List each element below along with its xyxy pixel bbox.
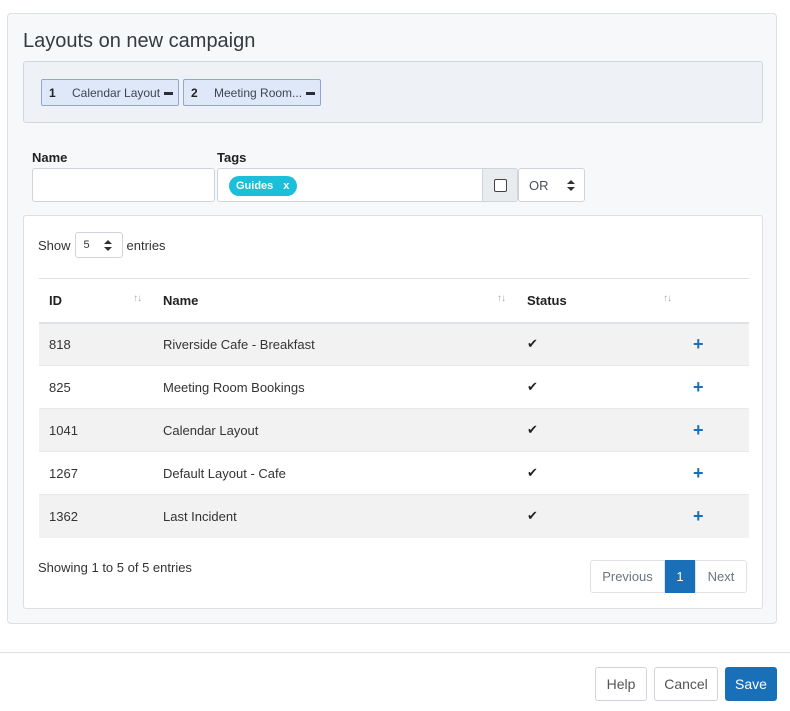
previous-page-button[interactable]: Previous [590, 560, 665, 593]
plus-icon[interactable]: + [693, 463, 704, 483]
check-icon: ✔ [527, 379, 538, 394]
next-page-button[interactable]: Next [695, 560, 747, 593]
layouts-panel: Layouts on new campaign 1 Calendar Layou… [7, 13, 777, 624]
cell-status: ✔ [517, 322, 683, 366]
page-title: Layouts on new campaign [23, 30, 256, 52]
cancel-button[interactable]: Cancel [654, 667, 718, 701]
sort-icon: ↑↓ [663, 293, 672, 304]
check-icon: ✔ [527, 508, 538, 524]
cell-name: Riverside Cafe - Breakfast [153, 322, 517, 366]
footer-divider [0, 652, 790, 653]
show-label: Show [38, 237, 71, 253]
selected-layout-chip-2[interactable]: 2 Meeting Room... [183, 79, 321, 106]
name-filter-label: Name [32, 150, 68, 165]
check-icon: ✔ [527, 422, 538, 437]
tags-filter-input[interactable]: Guides x [217, 168, 483, 202]
cell-status: ✔ [517, 494, 683, 538]
table-info: Showing 1 to 5 of 5 entries [38, 560, 192, 575]
plus-icon[interactable]: + [693, 334, 704, 354]
cell-name: Last Incident [153, 494, 517, 538]
cell-action: + [683, 322, 749, 366]
selected-layout-chip-1[interactable]: 1 Calendar Layout [41, 79, 179, 106]
chip-label: Calendar Layout [72, 85, 161, 100]
save-button[interactable]: Save [725, 667, 777, 701]
cell-status: ✔ [517, 365, 683, 409]
page-length-value: 5 [83, 239, 90, 251]
plus-icon[interactable]: + [693, 377, 704, 397]
page-length-select[interactable]: 5 [74, 232, 123, 258]
column-header-status[interactable]: Status ↑↓ [517, 278, 683, 324]
plus-icon[interactable]: + [693, 506, 704, 526]
tags-filter-label: Tags [217, 150, 247, 165]
cell-status: ✔ [517, 408, 683, 452]
cell-id: 1362 [39, 494, 153, 538]
chip-number: 1 [49, 85, 56, 100]
selected-layouts-area: 1 Calendar Layout 2 Meeting Room... [23, 61, 763, 123]
minus-icon[interactable] [306, 92, 315, 95]
table-row: 818 Riverside Cafe - Breakfast ✔ + [39, 322, 749, 366]
entries-label: entries [126, 237, 166, 253]
minus-icon[interactable] [164, 92, 173, 95]
sort-icon: ↑↓ [497, 293, 506, 304]
tag-operator-value: OR [529, 178, 549, 193]
tag-label: Guides [236, 180, 274, 192]
table-row: 1041 Calendar Layout ✔ + [39, 408, 749, 452]
cell-status: ✔ [517, 451, 683, 495]
cell-id: 1267 [39, 451, 153, 495]
tag-operator-select[interactable]: OR [518, 168, 585, 202]
column-header-name[interactable]: Name ↑↓ [153, 278, 517, 324]
name-filter-input[interactable] [32, 168, 215, 202]
chip-label: Meeting Room... [214, 85, 303, 100]
check-icon: ✔ [527, 465, 538, 480]
table-row: 1267 Default Layout - Cafe ✔ + [39, 451, 749, 495]
check-icon: ✔ [527, 336, 538, 352]
page-1-button[interactable]: 1 [665, 560, 695, 593]
cell-name: Calendar Layout [153, 408, 517, 452]
cell-id: 818 [39, 322, 153, 366]
column-header-id[interactable]: ID ↑↓ [39, 278, 153, 324]
pagination: Previous 1 Next [590, 560, 747, 593]
cell-action: + [683, 494, 749, 538]
cell-name: Meeting Room Bookings [153, 365, 517, 409]
plus-icon[interactable]: + [693, 420, 704, 440]
cell-id: 825 [39, 365, 153, 409]
column-header-actions [683, 278, 749, 324]
cell-action: + [683, 408, 749, 452]
tag-pill-guides: Guides x [229, 176, 298, 196]
table-row: 825 Meeting Room Bookings ✔ + [39, 365, 749, 409]
tag-remove-icon[interactable]: x [283, 180, 289, 192]
layouts-table-card: Show 5 entries ID ↑↓ Name ↑↓ Status ↑↓ 8… [23, 215, 763, 609]
cell-name: Default Layout - Cafe [153, 451, 517, 495]
help-button[interactable]: Help [595, 667, 647, 701]
cell-id: 1041 [39, 408, 153, 452]
table-row: 1362 Last Incident ✔ + [39, 494, 749, 538]
layouts-table: ID ↑↓ Name ↑↓ Status ↑↓ 818 Riverside Ca… [39, 278, 749, 538]
sort-icon: ↑↓ [133, 293, 142, 304]
page-length-control: Show 5 entries [38, 232, 166, 258]
exact-tags-checkbox-wrap [482, 168, 518, 202]
chip-number: 2 [191, 85, 198, 100]
cell-action: + [683, 365, 749, 409]
cell-action: + [683, 451, 749, 495]
exact-tags-checkbox[interactable] [494, 179, 507, 192]
